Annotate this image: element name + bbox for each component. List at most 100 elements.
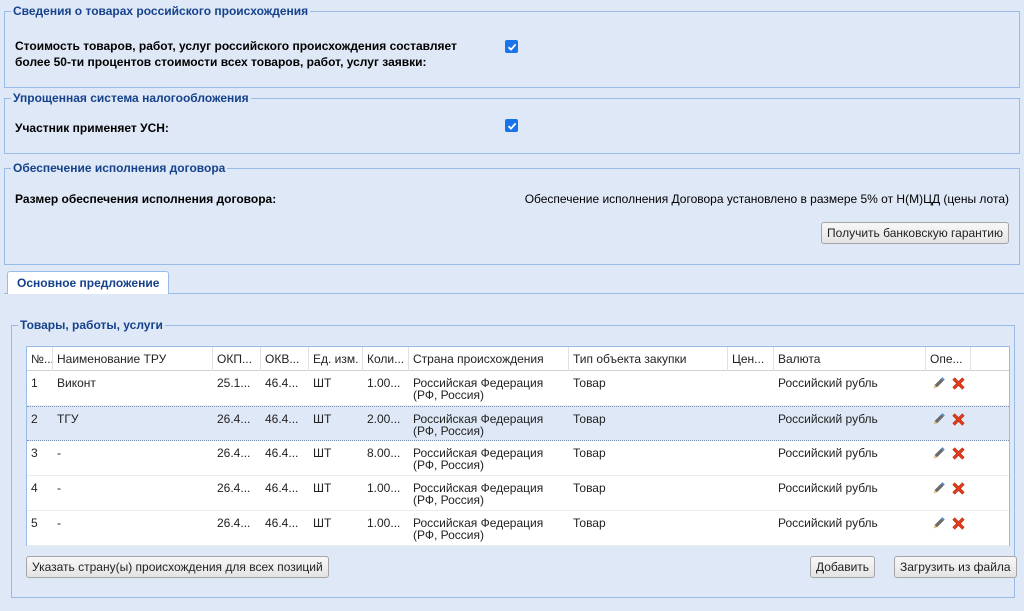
usn-checkbox[interactable] — [505, 119, 518, 132]
tax-system-legend: Упрощенная система налогообложения — [13, 91, 249, 105]
delete-x-icon[interactable] — [950, 375, 967, 393]
delete-x-icon[interactable] — [950, 411, 967, 429]
table-cell: 8.00... — [367, 446, 401, 460]
table-cell: 46.4... — [265, 412, 299, 426]
table-cell — [728, 371, 774, 405]
column-header[interactable]: ОКП... — [213, 347, 261, 371]
table-cell: Российский рубль — [778, 446, 878, 460]
set-country-all-button[interactable]: Указать страну(ы) происхождения для всех… — [26, 556, 329, 578]
table-cell: - — [57, 446, 61, 460]
table-cell: ШТ — [313, 446, 332, 460]
table-cell: Российская Федерация (РФ, Россия) — [413, 481, 544, 507]
table-row[interactable]: 3 - 26.4... 46.4... ШТ 8.00... Российская Феде… — [27, 441, 1009, 476]
goods-legend: Товары, работы, услуги — [20, 318, 163, 332]
column-header[interactable]: Опе... — [926, 347, 971, 371]
grid-header: №... Наименование ТРУ ОКП... ОКВ... Ед. изм.… — [27, 347, 1009, 371]
table-cell: Товар — [573, 481, 606, 495]
table-cell: 26.4... — [217, 516, 251, 530]
column-header[interactable]: №... — [27, 347, 53, 371]
russian-goods-fieldset: Сведения о товарах российского происхожд… — [4, 4, 1020, 88]
table-cell: Российская Федерация (РФ, Россия) — [413, 446, 544, 472]
security-legend: Обеспечение исполнения договора — [13, 161, 226, 175]
security-fieldset: Обеспечение исполнения договора Размер о… — [4, 161, 1020, 265]
table-cell: Товар — [573, 446, 606, 460]
bank-guarantee-button[interactable]: Получить банковскую гарантию — [821, 222, 1009, 244]
table-cell: Товар — [573, 516, 606, 530]
table-cell — [728, 476, 774, 510]
table-cell: ШТ — [313, 481, 332, 495]
table-cell: 26.4... — [217, 412, 251, 426]
table-cell: 25.1... — [217, 376, 251, 390]
add-button[interactable]: Добавить — [810, 556, 876, 578]
column-header[interactable]: Цен... — [728, 347, 774, 371]
row-operations — [926, 476, 971, 510]
table-cell: Товар — [573, 376, 606, 390]
pencil-icon[interactable] — [930, 480, 947, 498]
russian-goods-label: Стоимость товаров, работ, услуг российск… — [15, 39, 457, 69]
table-row[interactable]: 5 - 26.4... 46.4... ШТ 1.00... Российская Феде… — [27, 511, 1009, 546]
security-label: Размер обеспечения исполнения договора: — [15, 192, 277, 206]
table-cell: 3 — [31, 446, 38, 460]
column-header[interactable]: Ед. изм. — [309, 347, 363, 371]
table-cell: Российский рубль — [778, 412, 878, 426]
column-header[interactable]: Валюта — [774, 347, 926, 371]
table-cell: Российский рубль — [778, 376, 878, 390]
row-operations — [926, 371, 971, 405]
tax-system-fieldset: Упрощенная система налогообложения Участ… — [4, 91, 1020, 154]
column-header[interactable]: Коли... — [363, 347, 409, 371]
table-row[interactable]: 4 - 26.4... 46.4... ШТ 1.00... Российская Феде… — [27, 476, 1009, 511]
table-cell: 26.4... — [217, 481, 251, 495]
table-cell: 1.00... — [367, 376, 401, 390]
goods-grid: №... Наименование ТРУ ОКП... ОКВ... Ед. изм.… — [26, 346, 1010, 546]
pencil-icon[interactable] — [930, 515, 947, 533]
column-header[interactable]: Наименование ТРУ — [53, 347, 213, 371]
pencil-icon[interactable] — [930, 375, 947, 393]
table-cell: - — [57, 516, 61, 530]
grid-body: 1 Виконт 25.1... 46.4... ШТ 1.00... Российская… — [27, 371, 1009, 546]
tab-bar: Основное предложение — [4, 268, 1024, 295]
table-cell: Виконт — [57, 376, 96, 390]
tax-system-label: Участник применяет УСН: — [15, 121, 169, 135]
checkmark-icon — [507, 43, 516, 51]
column-header[interactable]: Тип объекта закупки — [569, 347, 728, 371]
row-operations — [926, 407, 971, 440]
pencil-icon[interactable] — [930, 411, 947, 429]
table-cell: 46.4... — [265, 446, 299, 460]
table-cell: 4 — [31, 481, 38, 495]
table-cell: ШТ — [313, 412, 332, 426]
table-cell: Российская Федерация (РФ, Россия) — [413, 516, 544, 542]
table-cell — [728, 441, 774, 475]
pencil-icon[interactable] — [930, 445, 947, 463]
table-cell: Российский рубль — [778, 516, 878, 530]
table-cell: Российский рубль — [778, 481, 878, 495]
delete-x-icon[interactable] — [950, 480, 967, 498]
column-header[interactable]: ОКВ... — [261, 347, 309, 371]
table-cell: 2 — [31, 412, 38, 426]
table-cell: - — [57, 481, 61, 495]
row-operations — [926, 511, 971, 545]
table-cell: 1.00... — [367, 516, 401, 530]
table-cell: 1 — [31, 376, 38, 390]
table-cell: 46.4... — [265, 376, 299, 390]
russian-goods-checkbox[interactable] — [505, 40, 518, 53]
column-header[interactable]: Страна происхождения — [409, 347, 569, 371]
russian-goods-legend: Сведения о товарах российского происхожд… — [13, 4, 309, 18]
table-cell: 2.00... — [367, 412, 401, 426]
table-cell — [728, 407, 774, 440]
row-operations — [926, 441, 971, 475]
checkmark-icon — [507, 122, 516, 130]
delete-x-icon[interactable] — [950, 445, 967, 463]
delete-x-icon[interactable] — [950, 515, 967, 533]
table-row[interactable]: 2 ТГУ 26.4... 46.4... ШТ 2.00... Российская Фе… — [27, 406, 1009, 441]
table-cell — [728, 511, 774, 545]
table-cell: 46.4... — [265, 516, 299, 530]
tab-main-offer[interactable]: Основное предложение — [7, 271, 170, 295]
upload-from-file-button[interactable]: Загрузить из файла — [894, 556, 1017, 578]
table-row[interactable]: 1 Виконт 25.1... 46.4... ШТ 1.00... Российская… — [27, 371, 1009, 406]
table-cell: 1.00... — [367, 481, 401, 495]
table-cell: Российская Федерация (РФ, Россия) — [413, 376, 544, 402]
table-cell: ТГУ — [57, 412, 79, 426]
table-cell: ШТ — [313, 376, 332, 390]
security-value: Обеспечение исполнения Договора установл… — [524, 192, 1009, 206]
table-cell: 26.4... — [217, 446, 251, 460]
